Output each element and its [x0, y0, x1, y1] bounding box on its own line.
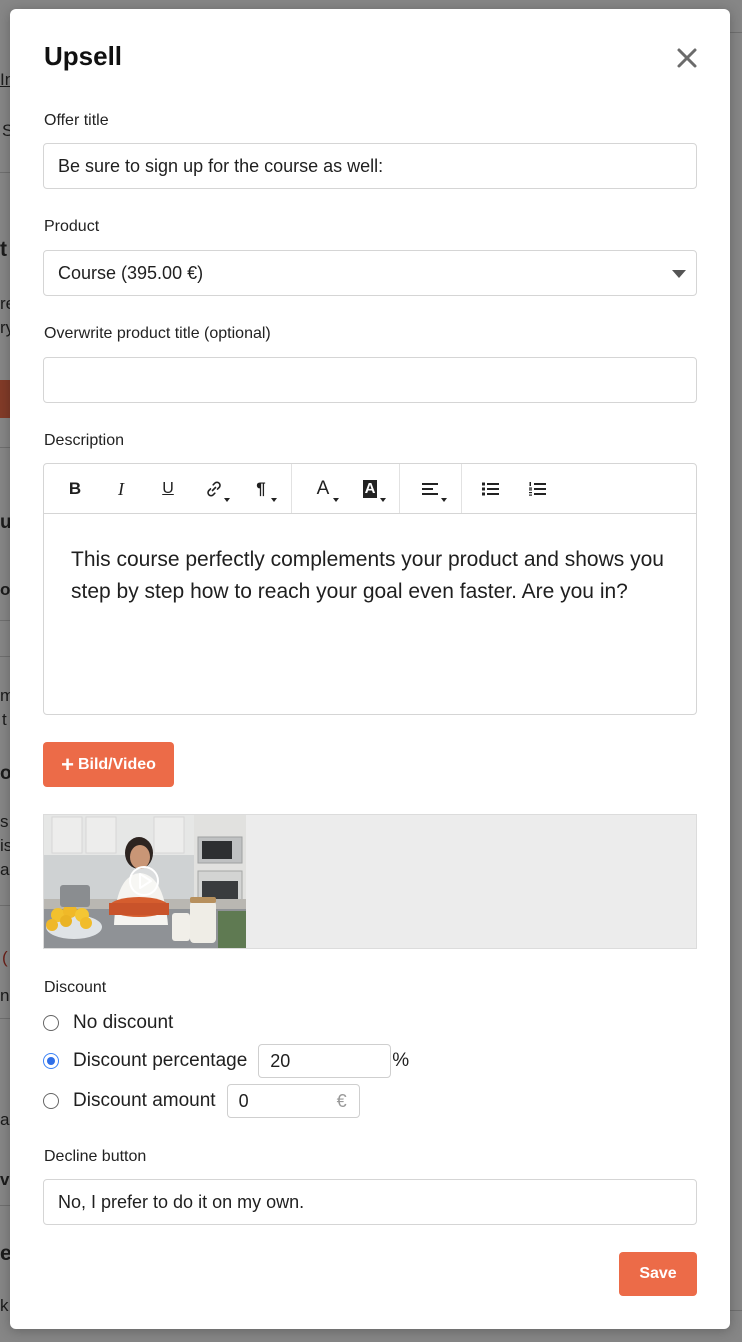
media-gallery	[43, 814, 697, 949]
bg-fragment: n	[0, 986, 10, 1005]
product-label: Product	[44, 218, 100, 235]
discount-label: Discount	[44, 979, 107, 996]
discount-option-none[interactable]: No discount	[43, 1012, 173, 1034]
underline-button[interactable]: U	[151, 474, 185, 504]
text-color-icon: A	[316, 478, 330, 499]
discount-percentage-value: 20	[270, 1050, 291, 1071]
bg-fragment: k	[0, 1296, 9, 1315]
description-editor: B I U ¶ A A This course perfectly comple…	[43, 463, 697, 715]
overwrite-title-label: Overwrite product title (optional)	[44, 325, 271, 342]
product-selected-value: Course (395.00 €)	[58, 262, 204, 283]
underline-icon: U	[162, 480, 174, 497]
add-media-button[interactable]: + Bild/Video	[43, 742, 174, 787]
bg-fragment: a	[0, 860, 10, 879]
radio-no-discount[interactable]	[43, 1015, 59, 1031]
video-thumbnail[interactable]	[44, 815, 246, 948]
save-button[interactable]: Save	[619, 1252, 697, 1296]
highlight-button[interactable]: A	[353, 474, 387, 504]
discount-option-percentage[interactable]: Discount percentage 20 %	[43, 1044, 409, 1078]
bg-fragment: t	[0, 238, 7, 261]
link-button[interactable]	[197, 474, 231, 504]
highlight-icon: A	[362, 480, 378, 498]
bg-fragment: v	[0, 1170, 10, 1189]
percent-suffix: %	[392, 1050, 410, 1071]
decline-button-input[interactable]: No, I prefer to do it on my own.	[43, 1179, 697, 1225]
radio-discount-percentage[interactable]	[43, 1053, 59, 1069]
discount-option-label: Discount percentage	[73, 1050, 248, 1071]
play-icon	[129, 866, 159, 896]
product-select[interactable]: Course (395.00 €)	[43, 250, 697, 296]
align-button[interactable]	[414, 474, 448, 504]
bold-icon: B	[68, 479, 82, 498]
caret-icon	[441, 498, 447, 502]
caret-icon	[271, 498, 277, 502]
euro-suffix: €	[336, 1090, 347, 1111]
toolbar-divider	[399, 464, 400, 513]
bullet-list-button[interactable]	[474, 474, 508, 504]
bold-button[interactable]: B	[58, 474, 92, 504]
radio-discount-amount[interactable]	[43, 1093, 59, 1109]
overwrite-title-input[interactable]	[43, 357, 697, 403]
description-text[interactable]: This course perfectly complements your p…	[44, 514, 696, 608]
caret-icon	[224, 498, 230, 502]
plus-icon: +	[61, 751, 74, 777]
discount-option-amount[interactable]: Discount amount 0 €	[43, 1084, 360, 1118]
bg-divider	[730, 32, 742, 33]
offer-title-input[interactable]: Be sure to sign up for the course as wel…	[43, 143, 697, 189]
discount-amount-input[interactable]: 0 €	[226, 1084, 360, 1118]
bg-orange-button	[0, 380, 10, 418]
bg-fragment: s	[0, 812, 9, 831]
italic-icon: I	[118, 478, 124, 499]
discount-option-label: No discount	[73, 1012, 174, 1033]
link-icon	[207, 481, 221, 497]
editor-toolbar: B I U ¶ A A	[44, 464, 696, 514]
kitchen-video-image	[44, 815, 246, 948]
numbered-list-button[interactable]	[521, 474, 555, 504]
align-left-icon	[422, 483, 438, 495]
decline-button-label: Decline button	[44, 1148, 147, 1165]
paragraph-icon: ¶	[256, 479, 266, 498]
bg-fragment: (	[2, 948, 8, 967]
bg-fragment: t	[2, 710, 7, 729]
close-button[interactable]	[674, 45, 700, 71]
toolbar-divider	[461, 464, 462, 513]
upsell-modal: Upsell Offer title Be sure to sign up fo…	[10, 9, 730, 1329]
close-icon	[677, 48, 697, 68]
caret-icon	[333, 498, 339, 502]
add-media-label: Bild/Video	[77, 755, 156, 773]
offer-title-value: Be sure to sign up for the course as wel…	[58, 155, 384, 176]
text-color-button[interactable]: A	[306, 474, 340, 504]
numbered-list-icon	[529, 482, 546, 496]
modal-title: Upsell	[44, 41, 123, 71]
italic-button[interactable]: I	[104, 474, 138, 504]
discount-option-label: Discount amount	[73, 1090, 216, 1111]
decline-button-value: No, I prefer to do it on my own.	[58, 1191, 305, 1212]
description-label: Description	[44, 432, 125, 449]
discount-amount-value: 0	[238, 1090, 249, 1111]
paragraph-button[interactable]: ¶	[244, 474, 278, 504]
chevron-down-icon	[672, 270, 686, 278]
caret-icon	[380, 498, 386, 502]
discount-percentage-input[interactable]: 20	[258, 1044, 392, 1078]
bullet-list-icon	[482, 482, 499, 496]
toolbar-divider	[291, 464, 292, 513]
offer-title-label: Offer title	[44, 112, 109, 129]
